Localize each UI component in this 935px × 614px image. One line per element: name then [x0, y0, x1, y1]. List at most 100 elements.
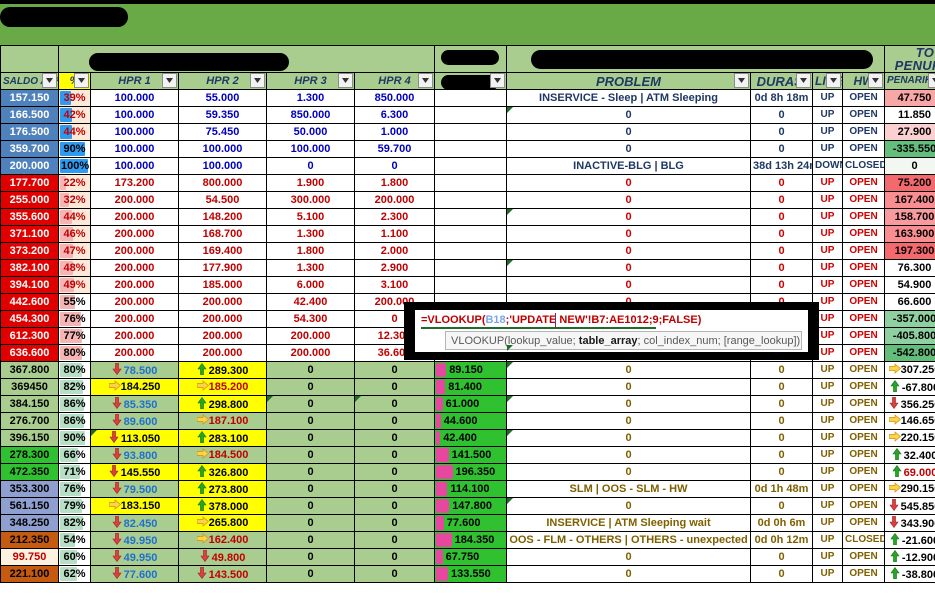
- cell-durasi[interactable]: 0: [750, 225, 813, 243]
- cell-redacted-metric[interactable]: 141.500: [434, 446, 507, 464]
- cell-hw-status[interactable]: OPEN: [842, 310, 885, 328]
- cell-line-status[interactable]: UP: [812, 412, 843, 430]
- cell-saldo-akhir[interactable]: 454.300: [0, 310, 59, 328]
- filter-dropdown-durasi[interactable]: [796, 73, 811, 88]
- cell-hw-status[interactable]: OPEN: [842, 463, 885, 481]
- cell-percent[interactable]: 55%: [58, 293, 91, 311]
- cell-hpr3[interactable]: 1.300: [266, 89, 355, 107]
- cell-durasi[interactable]: 0: [750, 208, 813, 226]
- table-row[interactable]: 278.300 66% 93.800 184.500 0 0 141.500 0 0 UP OPEN…: [0, 446, 935, 464]
- cell-hpr1[interactable]: 200.000: [90, 344, 179, 362]
- cell-saldo-akhir[interactable]: 276.700: [0, 412, 59, 430]
- cell-problem[interactable]: 0: [506, 140, 751, 158]
- cell-problem[interactable]: 0: [506, 548, 751, 566]
- cell-line-status[interactable]: UP: [812, 140, 843, 158]
- cell-hpr1[interactable]: 200.000: [90, 208, 179, 226]
- cell-hpr1[interactable]: 93.800: [90, 446, 179, 464]
- cell-hpr4[interactable]: 3.100: [354, 276, 435, 294]
- cell-redacted-metric[interactable]: 114.100: [434, 480, 507, 498]
- cell-penarikan[interactable]: 11.850: [884, 106, 935, 124]
- cell-redacted-metric[interactable]: 42.400: [434, 429, 507, 447]
- cell-durasi[interactable]: 0d 0h 6m: [750, 514, 813, 532]
- cell-hpr2[interactable]: 265.800: [178, 514, 267, 532]
- cell-hpr3[interactable]: 0: [266, 361, 355, 379]
- cell-redacted-metric[interactable]: 147.800: [434, 497, 507, 515]
- table-row[interactable]: 382.100 48% 200.000 177.900 1.300 2.900 0 0 UP OP…: [0, 259, 935, 277]
- cell-saldo-akhir[interactable]: 394.100: [0, 276, 59, 294]
- cell-percent[interactable]: 54%: [58, 531, 91, 549]
- cell-penarikan[interactable]: 76.300: [884, 259, 935, 277]
- cell-redacted-metric[interactable]: [434, 157, 507, 175]
- cell-hpr2[interactable]: 162.400: [178, 531, 267, 549]
- cell-hpr3[interactable]: 200.000: [266, 327, 355, 345]
- cell-hpr1[interactable]: 85.350: [90, 395, 179, 413]
- cell-percent[interactable]: 86%: [58, 395, 91, 413]
- table-row[interactable]: 176.500 44% 100.000 75.450 50.000 1.000 0 0 UP OP…: [0, 123, 935, 141]
- cell-penarikan[interactable]: 307.250: [884, 361, 935, 379]
- cell-problem[interactable]: 0: [506, 395, 751, 413]
- cell-redacted-metric[interactable]: 44.600: [434, 412, 507, 430]
- cell-hpr1[interactable]: 77.600: [90, 565, 179, 583]
- cell-durasi[interactable]: 0: [750, 242, 813, 260]
- cell-hpr1[interactable]: 78.500: [90, 361, 179, 379]
- cell-durasi[interactable]: 0: [750, 429, 813, 447]
- cell-problem[interactable]: 0: [506, 191, 751, 209]
- cell-penarikan[interactable]: 356.250: [884, 395, 935, 413]
- cell-hw-status[interactable]: OPEN: [842, 208, 885, 226]
- cell-penarikan[interactable]: 343.900: [884, 514, 935, 532]
- cell-percent[interactable]: 49%: [58, 276, 91, 294]
- table-row[interactable]: 276.700 86% 89.600 187.100 0 0 44.600 0 0 UP OPEN 1…: [0, 412, 935, 430]
- cell-redacted-metric[interactable]: [434, 106, 507, 124]
- cell-hpr4[interactable]: 0: [354, 497, 435, 515]
- cell-redacted-metric[interactable]: 77.600: [434, 514, 507, 532]
- cell-hpr3[interactable]: 200.000: [266, 344, 355, 362]
- cell-hpr2[interactable]: 143.500: [178, 565, 267, 583]
- filter-dropdown-problem[interactable]: [734, 73, 749, 88]
- cell-saldo-akhir[interactable]: 442.600: [0, 293, 59, 311]
- cell-durasi[interactable]: 0: [750, 276, 813, 294]
- cell-durasi[interactable]: 0: [750, 174, 813, 192]
- cell-hpr4[interactable]: 0: [354, 157, 435, 175]
- cell-hpr2[interactable]: 800.000: [178, 174, 267, 192]
- cell-percent[interactable]: 44%: [58, 123, 91, 141]
- cell-hpr4[interactable]: 59.700: [354, 140, 435, 158]
- cell-percent[interactable]: 100%: [58, 157, 91, 175]
- cell-saldo-akhir[interactable]: 371.100: [0, 225, 59, 243]
- cell-percent[interactable]: 71%: [58, 463, 91, 481]
- cell-hpr3[interactable]: 0: [266, 548, 355, 566]
- cell-penarikan[interactable]: 197.300: [884, 242, 935, 260]
- cell-hpr2[interactable]: 177.900: [178, 259, 267, 277]
- cell-saldo-akhir[interactable]: 367.800: [0, 361, 59, 379]
- cell-saldo-akhir[interactable]: 353.300: [0, 480, 59, 498]
- cell-hpr4[interactable]: 0: [354, 480, 435, 498]
- cell-saldo-akhir[interactable]: 278.300: [0, 446, 59, 464]
- cell-penarikan[interactable]: -405.800: [884, 327, 935, 345]
- cell-saldo-akhir[interactable]: 355.600: [0, 208, 59, 226]
- col-header-hpr3[interactable]: HPR 3: [266, 72, 355, 90]
- cell-hpr4[interactable]: 0: [354, 395, 435, 413]
- filter-dropdown-redacted[interactable]: [490, 73, 505, 88]
- cell-problem[interactable]: 0: [506, 497, 751, 515]
- cell-hpr3[interactable]: 6.000: [266, 276, 355, 294]
- table-row[interactable]: 394.100 49% 200.000 185.000 6.000 3.100 0 0 UP OP…: [0, 276, 935, 294]
- filter-dropdown-saldo-akhir[interactable]: [42, 73, 57, 88]
- cell-hpr3[interactable]: 0: [266, 497, 355, 515]
- cell-percent[interactable]: 80%: [58, 361, 91, 379]
- cell-hpr3[interactable]: 300.000: [266, 191, 355, 209]
- cell-hpr4[interactable]: 200.000: [354, 191, 435, 209]
- cell-saldo-akhir[interactable]: 166.500: [0, 106, 59, 124]
- cell-durasi[interactable]: 0: [750, 565, 813, 583]
- cell-saldo-akhir[interactable]: 157.150: [0, 89, 59, 107]
- cell-saldo-akhir[interactable]: 472.350: [0, 463, 59, 481]
- cell-hpr2[interactable]: 298.800: [178, 395, 267, 413]
- cell-durasi[interactable]: 0: [750, 548, 813, 566]
- cell-hpr2[interactable]: 55.000: [178, 89, 267, 107]
- cell-redacted-metric[interactable]: 184.350: [434, 531, 507, 549]
- cell-saldo-akhir[interactable]: 255.000: [0, 191, 59, 209]
- table-row[interactable]: 255.000 32% 200.000 54.500 300.000 200.000 0 0 U…: [0, 191, 935, 209]
- cell-percent[interactable]: 42%: [58, 106, 91, 124]
- cell-redacted-metric[interactable]: [434, 89, 507, 107]
- cell-redacted-metric[interactable]: [434, 208, 507, 226]
- cell-hpr4[interactable]: 0: [354, 446, 435, 464]
- cell-hw-status[interactable]: OPEN: [842, 480, 885, 498]
